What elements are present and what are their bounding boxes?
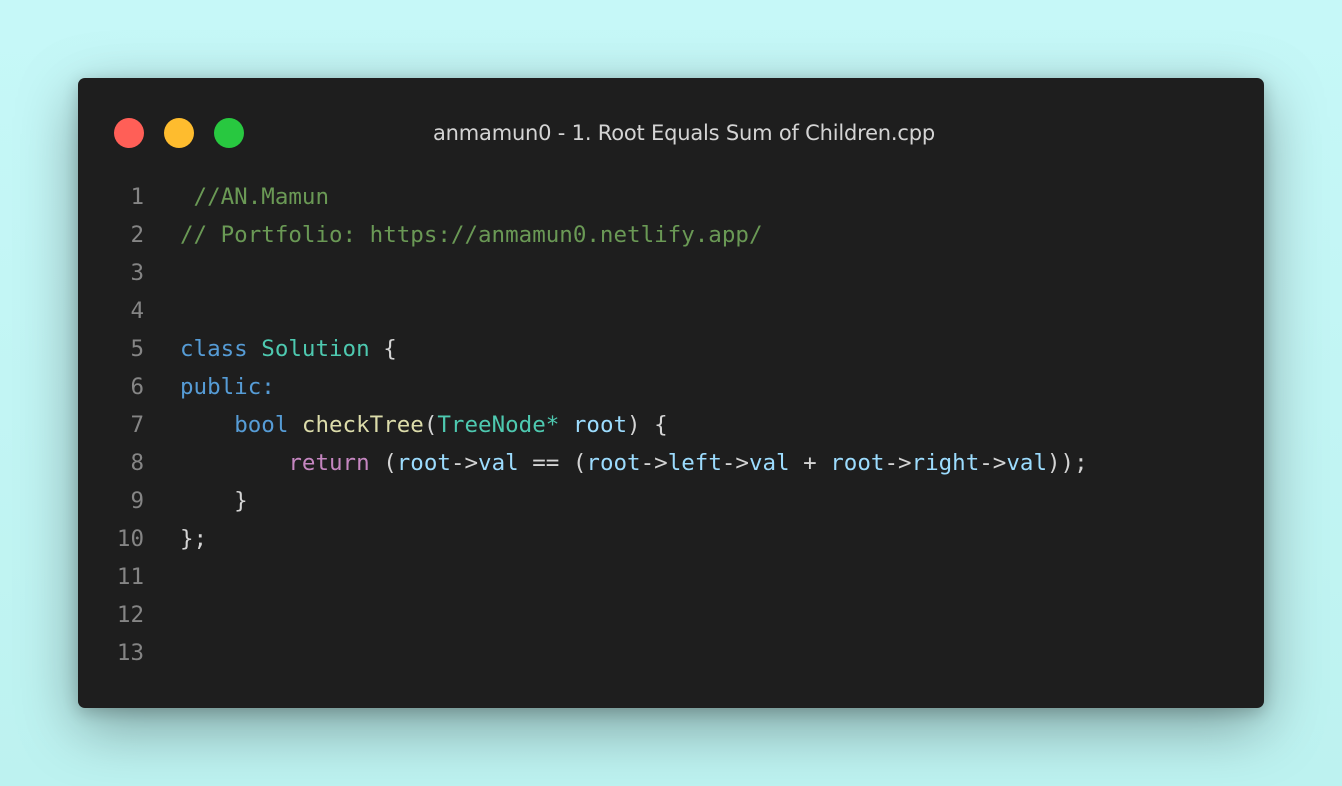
code-window: anmamun0 - 1. Root Equals Sum of Childre… [78, 78, 1264, 708]
line-code: }; [180, 520, 207, 558]
code-token-keyword: bool [234, 412, 289, 438]
code-token-punct: { [369, 336, 397, 362]
code-token-punct: -> [640, 450, 668, 476]
code-line: 11 [78, 558, 1264, 596]
line-code: //AN.Mamun [180, 178, 329, 216]
code-line: 5 class Solution { [78, 330, 1264, 368]
line-number: 1 [130, 184, 144, 210]
line-number: 7 [130, 412, 144, 438]
code-token-punct: + [789, 450, 831, 476]
code-line: 13 [78, 634, 1264, 672]
code-token-punct [180, 412, 234, 438]
line-number: 6 [130, 374, 144, 400]
code-token-var: root [586, 450, 641, 476]
code-token-punct: ( [423, 412, 438, 438]
code-token-punct [248, 336, 262, 362]
code-token-punct: == ( [518, 450, 587, 476]
line-code: return (root->val == (root->left->val + … [180, 444, 1088, 482]
line-code: } [180, 482, 248, 520]
code-token-var: val [748, 450, 790, 476]
line-number: 12 [116, 602, 144, 628]
line-number: 5 [130, 336, 144, 362]
window-title: anmamun0 - 1. Root Equals Sum of Childre… [432, 121, 935, 145]
line-code: // Portfolio: https://anmamun0.netlify.a… [180, 216, 762, 254]
code-token-type: Solution [261, 336, 370, 362]
line-code: public: [180, 368, 275, 406]
code-token-var: right [911, 450, 980, 476]
code-token-punct: -> [450, 450, 479, 476]
code-token-var: root [396, 450, 451, 476]
line-number: 2 [130, 222, 144, 248]
line-number: 3 [130, 260, 144, 286]
line-number: 4 [130, 298, 144, 324]
code-token-keyword: public: [180, 374, 275, 400]
code-line: 2 // Portfolio: https://anmamun0.netlify.… [78, 216, 1264, 254]
code-line: 7 bool checkTree(TreeNode* root) { [78, 406, 1264, 444]
code-line: 12 [78, 596, 1264, 634]
window-titlebar: anmamun0 - 1. Root Equals Sum of Childre… [78, 78, 1264, 188]
code-token-punct: ( [369, 450, 397, 476]
code-token-comment: // Portfolio: https://anmamun0.netlify.a… [180, 222, 763, 248]
code-token-control: return [288, 450, 370, 476]
code-token-punct [559, 412, 573, 438]
code-line: 1 //AN.Mamun [78, 178, 1264, 216]
code-token-punct: } [180, 488, 248, 514]
code-token-var: root [572, 412, 628, 438]
code-token-keyword: class [180, 336, 248, 362]
line-number: 9 [130, 488, 144, 514]
code-line: 3 [78, 254, 1264, 292]
code-token-punct [288, 412, 302, 438]
code-token-func: checkTree [301, 412, 424, 438]
code-token-punct [180, 450, 288, 476]
line-number: 10 [116, 526, 144, 552]
code-line: 4 [78, 292, 1264, 330]
code-line: 10}; [78, 520, 1264, 558]
code-token-punct: -> [721, 450, 749, 476]
line-number: 8 [130, 450, 144, 476]
line-code: bool checkTree(TreeNode* root) { [180, 406, 668, 444]
code-token-var: root [830, 450, 885, 476]
line-code: class Solution { [180, 330, 397, 368]
code-token-punct: }; [180, 526, 208, 552]
code-token-var: left [667, 450, 722, 476]
code-token-punct: )); [1047, 450, 1088, 476]
code-token-comment: //AN.Mamun [180, 184, 330, 210]
line-number: 13 [116, 640, 144, 666]
code-token-var: val [478, 450, 519, 476]
code-line: 9 } [78, 482, 1264, 520]
code-line: 8 return (root->val == (root->left->val … [78, 444, 1264, 482]
code-token-type: TreeNode* [437, 412, 560, 438]
code-line: 6 public: [78, 368, 1264, 406]
code-token-punct: ) { [627, 412, 668, 438]
line-number: 11 [116, 564, 144, 590]
code-editor[interactable]: 1 //AN.Mamun 2 // Portfolio: https://anmam… [78, 178, 1264, 672]
code-token-punct: -> [884, 450, 912, 476]
code-token-punct: -> [979, 450, 1007, 476]
code-token-var: val [1006, 450, 1047, 476]
